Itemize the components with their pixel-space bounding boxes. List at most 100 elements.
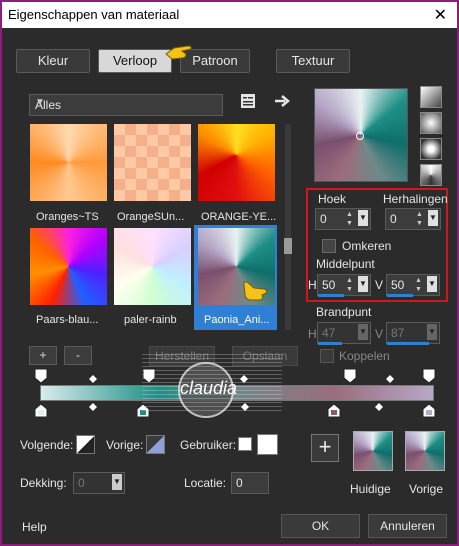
chevron-down-icon[interactable]: ▼ <box>427 324 437 340</box>
koppelen-label: Koppelen <box>339 349 390 363</box>
vorige-label: Vorige: <box>106 438 144 452</box>
cancel-button[interactable]: Annuleren <box>368 514 447 538</box>
gebruiker-swatch[interactable] <box>257 434 278 455</box>
add-swatch-button[interactable]: + <box>311 434 339 462</box>
brand-v-slider[interactable] <box>387 342 429 345</box>
mid-v-value: 50 <box>391 278 405 292</box>
chevron-down-icon[interactable]: ▼ <box>358 324 368 340</box>
koppelen-checkbox[interactable] <box>320 349 334 363</box>
tab-kleur[interactable]: Kleur <box>16 49 90 73</box>
locatie-value: 0 <box>236 476 243 490</box>
tab-textuur[interactable]: Textuur <box>276 49 350 73</box>
opacity-stop[interactable] <box>422 368 436 384</box>
brand-v-spinbox[interactable]: 87 ▼ <box>386 322 440 344</box>
preview-center-handle[interactable] <box>356 132 364 140</box>
dekking-spinbox[interactable]: 0 ▼ <box>73 472 125 494</box>
mid-h-spinbox[interactable]: 50 ▲ ▼ ▼ <box>317 274 371 296</box>
close-icon[interactable]: ✕ <box>434 5 447 25</box>
tile-label-paonia: Paonia_Ani... <box>204 314 270 326</box>
add-gradient-button[interactable]: + <box>29 346 57 365</box>
chevron-down-icon[interactable]: ▼ <box>358 210 368 226</box>
omkeren-label: Omkeren <box>342 239 392 253</box>
mid-h-label: H <box>308 278 317 292</box>
style-sunburst-button[interactable] <box>420 138 442 160</box>
brand-h-spinbox[interactable]: 47 ▼ <box>317 322 371 344</box>
library-menu-icon[interactable] <box>240 93 256 109</box>
style-rectangular-button[interactable] <box>420 112 442 134</box>
watermark-stripes <box>142 354 282 414</box>
arrow-right-icon[interactable] <box>274 94 292 108</box>
remove-gradient-button[interactable]: - <box>64 346 92 365</box>
herhalingen-spinbox[interactable]: 0 ▲ ▼ ▼ <box>385 208 441 230</box>
pointer-hand-icon <box>165 45 192 60</box>
herhalingen-value: 0 <box>390 212 397 226</box>
gradient-tile-orange-yellow[interactable] <box>198 124 275 201</box>
color-stop-fill <box>38 410 44 415</box>
gradient-tile-oranges[interactable] <box>30 124 107 201</box>
library-scroll-thumb[interactable] <box>284 238 292 254</box>
gradient-tile-paars-blauw[interactable] <box>30 228 107 305</box>
dialog-window: Eigenschappen van materiaal ✕ Kleur Verl… <box>0 0 459 546</box>
library-filter-select[interactable]: Alles ▼ <box>29 94 223 116</box>
style-radial-button[interactable] <box>420 164 442 186</box>
middelpunt-label: Middelpunt <box>316 257 375 271</box>
brand-h-value: 47 <box>322 326 336 340</box>
vorige-gradient-swatch[interactable] <box>405 431 445 471</box>
brandpunt-label: Brandpunt <box>316 305 372 319</box>
gradient-tile-orangesun[interactable] <box>114 124 191 201</box>
hoek-label: Hoek <box>318 192 347 206</box>
tab-verloop[interactable]: Verloop <box>98 49 172 73</box>
midpoint-marker[interactable] <box>89 375 97 383</box>
opacity-stop[interactable] <box>34 368 48 384</box>
huidige-swatch[interactable] <box>353 431 393 471</box>
dekking-label: Dekking: <box>20 476 67 490</box>
hoek-value: 0 <box>320 212 327 226</box>
vorige-swatch-label: Vorige <box>409 482 444 496</box>
midpoint-marker[interactable] <box>375 403 383 411</box>
tile-label-paars-blauw: Paars-blau... <box>36 314 99 326</box>
brand-v-label: V <box>375 327 384 341</box>
gradient-tile-paler-rainbow[interactable] <box>114 228 191 305</box>
mid-h-value: 50 <box>322 278 336 292</box>
locatie-field[interactable]: 0 <box>231 472 269 494</box>
spin-arrows-icon[interactable]: ▲ ▼ <box>346 210 356 228</box>
gebruiker-label: Gebruiker: <box>180 438 237 452</box>
brand-h-label: H <box>308 327 317 341</box>
huidige-label: Huidige <box>350 482 391 496</box>
chevron-down-icon[interactable]: ▼ <box>112 474 122 490</box>
mid-v-spinbox[interactable]: 50 ▲ ▼ ▼ <box>386 274 440 296</box>
locatie-label: Locatie: <box>184 476 227 490</box>
mid-v-label: V <box>375 278 384 292</box>
spin-arrows-icon[interactable]: ▲ ▼ <box>415 276 425 294</box>
spin-arrows-icon[interactable]: ▲ ▼ <box>416 210 426 228</box>
tile-label-orange-yellow: ORANGE-YE... <box>201 211 277 223</box>
help-button[interactable]: Help <box>22 520 47 534</box>
chevron-down-icon[interactable]: ▼ <box>428 210 438 226</box>
window-title: Eigenschappen van materiaal <box>8 7 180 22</box>
brand-h-slider[interactable] <box>318 342 342 345</box>
chevron-down-icon: ▼ <box>35 97 45 108</box>
hoek-spinbox[interactable]: 0 ▲ ▼ ▼ <box>315 208 371 230</box>
midpoint-marker[interactable] <box>89 403 97 411</box>
omkeren-checkbox[interactable] <box>322 239 336 253</box>
tile-label-orangesun: OrangeSUn... <box>117 211 185 223</box>
vorige-swatch[interactable] <box>146 435 165 454</box>
opacity-stop[interactable] <box>343 368 357 384</box>
color-stop-fill <box>331 410 337 415</box>
volgende-swatch[interactable] <box>76 435 95 454</box>
tile-label-paler-rainbow: paler-rainb <box>124 314 177 326</box>
dekking-value: 0 <box>78 476 85 490</box>
spin-arrows-icon[interactable]: ▲ ▼ <box>346 276 356 294</box>
library-scrollbar[interactable] <box>285 124 291 330</box>
volgende-label: Volgende: <box>20 438 74 452</box>
mid-v-slider[interactable] <box>387 294 413 297</box>
brand-v-value: 87 <box>391 326 405 340</box>
chevron-down-icon[interactable]: ▼ <box>427 276 437 292</box>
ok-button[interactable]: OK <box>281 514 360 538</box>
chevron-down-icon[interactable]: ▼ <box>358 276 368 292</box>
pointer-hand-icon <box>243 281 268 301</box>
style-linear-button[interactable] <box>420 86 442 108</box>
mid-h-slider[interactable] <box>318 294 344 297</box>
midpoint-marker[interactable] <box>386 375 394 383</box>
gebruiker-radio[interactable] <box>238 437 252 451</box>
